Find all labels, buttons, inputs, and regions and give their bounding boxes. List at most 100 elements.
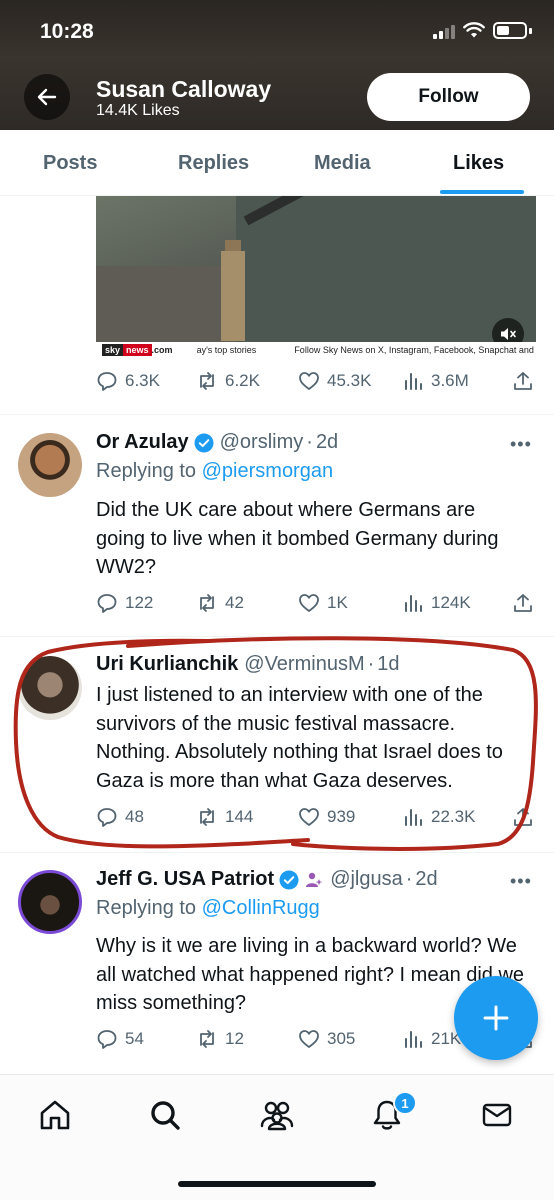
like-icon xyxy=(299,594,319,612)
verified-icon xyxy=(279,870,299,889)
nav-communities[interactable] xyxy=(257,1095,297,1135)
avatar[interactable] xyxy=(18,870,82,934)
share-icon xyxy=(514,594,532,612)
mail-icon xyxy=(482,1103,512,1127)
nav-search[interactable] xyxy=(145,1095,185,1135)
repost-button[interactable]: 6.2K xyxy=(196,370,260,392)
share-button[interactable] xyxy=(512,370,534,392)
replying-to-mention[interactable]: @piersmorgan xyxy=(202,460,333,482)
reply-button[interactable]: 54 xyxy=(96,1028,144,1050)
views-button[interactable]: 21K xyxy=(402,1028,461,1050)
post3-header: Jeff G. USA Patriot @jlgusa · 2d xyxy=(96,868,438,891)
reply-count: 6.3K xyxy=(125,371,160,390)
repost-icon xyxy=(200,1030,214,1048)
repost-icon xyxy=(200,594,214,612)
post-text: I just listened to an interview with one… xyxy=(96,684,503,792)
post-age: 2d xyxy=(315,431,339,453)
repost-button[interactable]: 144 xyxy=(196,806,253,828)
repost-button[interactable]: 42 xyxy=(196,592,244,614)
like-button[interactable]: 45.3K xyxy=(298,370,371,392)
ticker-brand-news: news xyxy=(123,344,152,356)
home-icon xyxy=(40,1100,70,1130)
nav-messages[interactable] xyxy=(477,1095,517,1135)
like-icon xyxy=(299,372,319,390)
views-icon xyxy=(405,1031,422,1048)
video-media[interactable]: sky news .com ay's top stories Follow Sky … xyxy=(96,196,536,358)
more-options-icon[interactable]: ••• xyxy=(510,871,532,892)
follow-button[interactable]: Follow xyxy=(367,73,530,121)
verified-icon xyxy=(194,433,214,452)
post-age: 2d xyxy=(415,868,438,890)
compose-button[interactable] xyxy=(454,976,538,1060)
replying-to: Replying to @CollinRugg xyxy=(96,897,320,920)
tab-media[interactable]: Media xyxy=(314,152,371,175)
reply-count: 54 xyxy=(125,1029,144,1048)
views-button[interactable]: 3.6M xyxy=(402,370,469,392)
reply-button[interactable]: 122 xyxy=(96,592,153,614)
like-count: 1K xyxy=(327,593,348,612)
active-tab-indicator xyxy=(440,190,524,194)
share-button[interactable] xyxy=(512,806,534,828)
reply-icon xyxy=(97,594,117,613)
separator-dot: · xyxy=(405,868,413,890)
reply-count: 48 xyxy=(125,807,144,826)
status-icons xyxy=(433,22,532,39)
post0-actions: 6.3K 6.2K 45.3K 3.6M xyxy=(96,370,536,398)
home-indicator xyxy=(178,1181,376,1187)
like-button[interactable]: 1K xyxy=(298,592,348,614)
replying-to-prefix: Replying to xyxy=(96,460,197,482)
reply-button[interactable]: 48 xyxy=(96,806,144,828)
views-count: 3.6M xyxy=(431,371,469,390)
news-ticker: sky news .com ay's top stories Follow Sky … xyxy=(96,342,536,358)
back-button[interactable] xyxy=(24,74,70,120)
repost-icon xyxy=(200,808,214,826)
repost-count: 6.2K xyxy=(225,371,260,390)
user-group-icon xyxy=(306,872,323,887)
views-icon xyxy=(405,595,422,612)
author-name[interactable]: Or Azulay xyxy=(96,431,189,454)
author-name[interactable]: Jeff G. USA Patriot xyxy=(96,868,274,891)
post1-header: Or Azulay @orslimy · 2d xyxy=(96,431,338,454)
media-clock-tower xyxy=(221,251,245,341)
like-button[interactable]: 305 xyxy=(298,1028,355,1050)
repost-count: 42 xyxy=(225,593,244,612)
share-button[interactable] xyxy=(512,592,534,614)
ticker-brand-com: .com xyxy=(151,345,173,355)
author-handle[interactable]: @VerminusM xyxy=(244,653,364,676)
views-button[interactable]: 22.3K xyxy=(402,806,475,828)
author-handle[interactable]: @jlgusa xyxy=(330,868,403,891)
repost-icon xyxy=(200,372,214,390)
replying-to-mention[interactable]: @CollinRugg xyxy=(202,897,320,919)
ticker-brand-sky: sky xyxy=(102,344,124,356)
post-age: 1d xyxy=(377,653,400,675)
like-button[interactable]: 939 xyxy=(298,806,355,828)
author-name[interactable]: Uri Kurlianchik xyxy=(96,653,238,676)
share-icon xyxy=(514,372,532,390)
tab-likes[interactable]: Likes xyxy=(453,152,504,175)
post1-actions: 122 42 1K 124K xyxy=(96,592,536,620)
ticker-follow-text: Follow Sky News on X, Instagram, Faceboo… xyxy=(294,345,536,355)
repost-button[interactable]: 12 xyxy=(196,1028,244,1050)
avatar[interactable] xyxy=(18,656,82,720)
battery-cap xyxy=(529,27,532,34)
reply-icon xyxy=(97,808,117,827)
notification-badge: 1 xyxy=(393,1091,417,1115)
media-river xyxy=(236,196,536,346)
post2-header: Uri Kurlianchik @VerminusM · 1d xyxy=(96,653,400,676)
post-divider xyxy=(0,852,554,853)
views-button[interactable]: 124K xyxy=(402,592,471,614)
tab-replies[interactable]: Replies xyxy=(178,152,249,175)
views-icon xyxy=(405,809,422,826)
nav-home[interactable] xyxy=(35,1095,75,1135)
reply-button[interactable]: 6.3K xyxy=(96,370,160,392)
like-count: 305 xyxy=(327,1029,356,1048)
status-bar: 10:28 xyxy=(0,0,554,64)
post-divider xyxy=(0,636,554,637)
avatar[interactable] xyxy=(18,433,82,497)
views-count: 124K xyxy=(431,593,471,612)
more-options-icon[interactable]: ••• xyxy=(510,434,532,455)
post2-actions: 48 144 939 22.3K xyxy=(96,806,536,834)
separator-dot: · xyxy=(367,653,375,675)
tab-posts[interactable]: Posts xyxy=(43,152,97,175)
author-handle[interactable]: @orslimy xyxy=(220,431,304,454)
